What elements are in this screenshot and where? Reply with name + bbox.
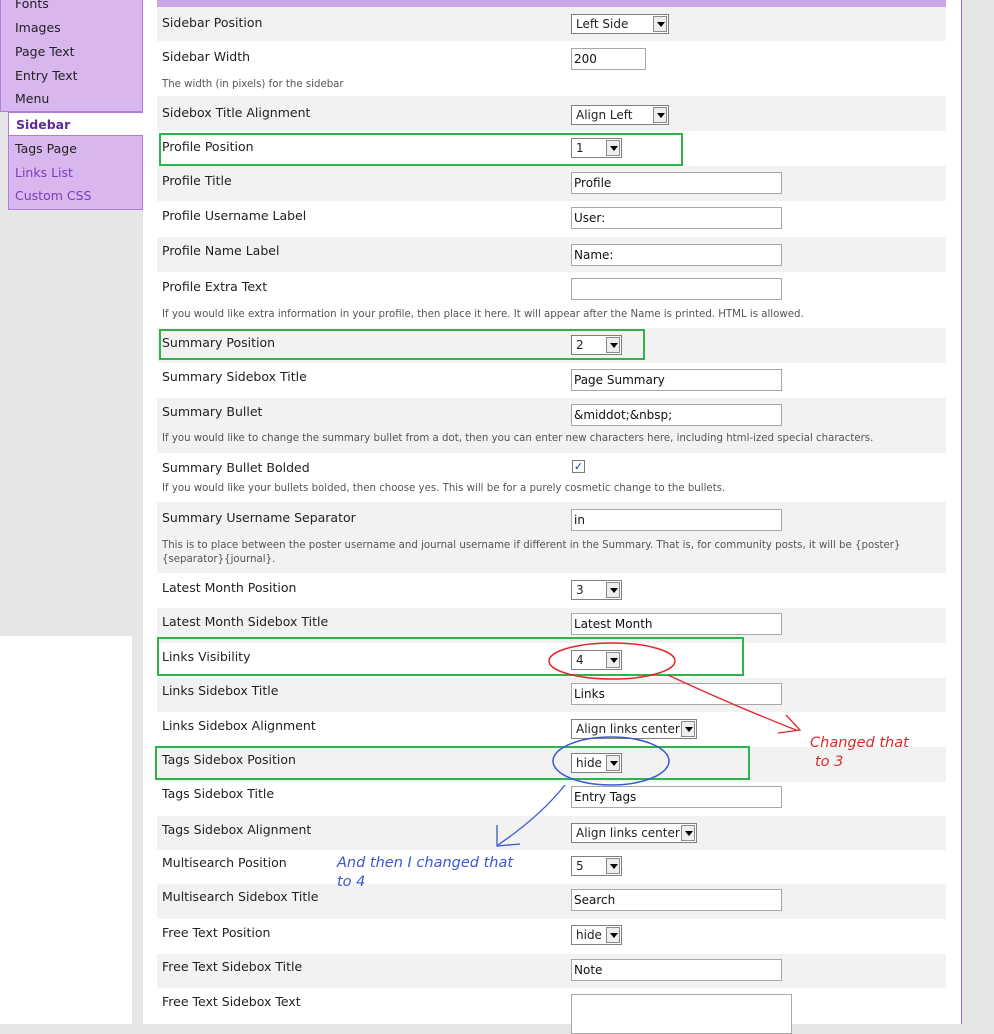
blue-note-line1: And then I changed that <box>337 855 514 871</box>
blue-note-line2: to 4 <box>337 874 366 890</box>
blue-circle-annotation <box>552 736 670 786</box>
red-note-line1: Changed that <box>810 735 909 751</box>
red-circle-annotation <box>548 642 676 680</box>
red-note-line2: to 3 <box>815 754 844 770</box>
red-arrow-annotation <box>667 674 797 731</box>
blue-arrow-annotation <box>497 784 566 846</box>
